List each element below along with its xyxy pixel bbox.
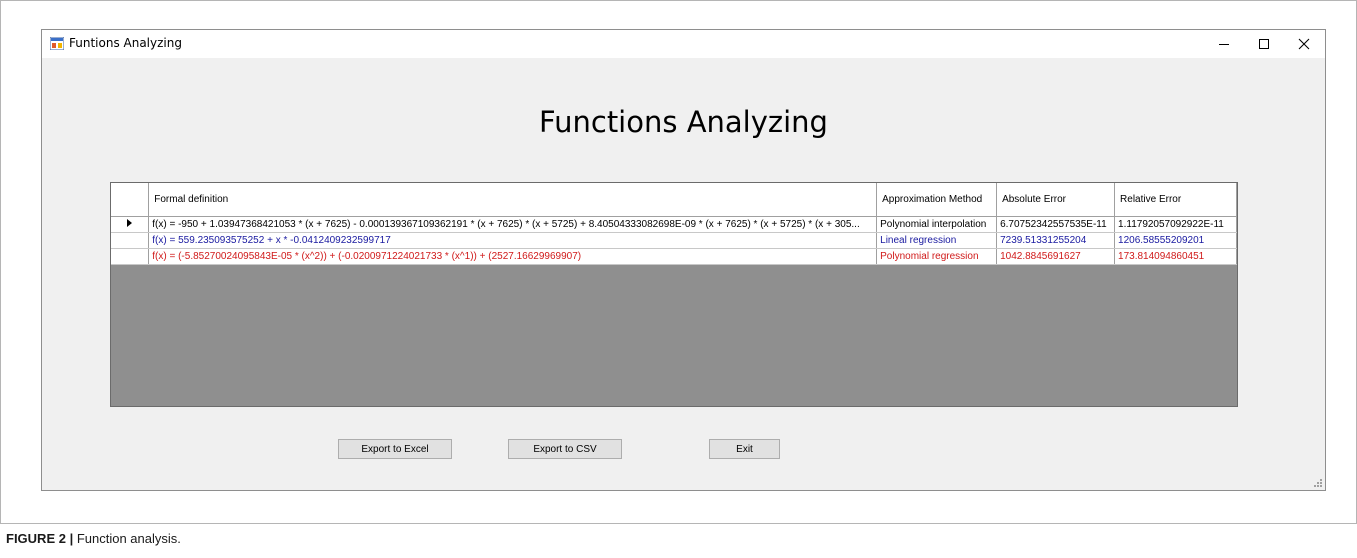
cell-method[interactable]: Polynomial interpolation [876, 216, 998, 233]
maximize-button[interactable] [1244, 30, 1284, 58]
exit-button[interactable]: Exit [709, 439, 780, 459]
row-selector[interactable] [111, 216, 150, 233]
column-header-approximation-method[interactable]: Approximation Method [876, 183, 998, 217]
maximize-icon [1259, 39, 1269, 49]
table-row[interactable]: f(x) = 559.235093575252 + x * -0.0412409… [111, 232, 1237, 249]
column-header-formal-definition[interactable]: Formal definition [148, 183, 878, 217]
column-header-relative-error[interactable]: Relative Error [1114, 183, 1237, 217]
cell-absolute-error[interactable]: 7239.51331255204 [996, 232, 1116, 249]
minimize-button[interactable] [1204, 30, 1244, 58]
row-selector[interactable] [111, 232, 150, 249]
header-row: Formal definition Approximation Method A… [111, 183, 1237, 217]
figure-frame: Funtions Analyzing Functions Analyzing F… [0, 0, 1357, 524]
column-header-absolute-error[interactable]: Absolute Error [996, 183, 1116, 217]
table-row[interactable]: f(x) = (-5.85270024095843E-05 * (x^2)) +… [111, 248, 1237, 265]
row-header-corner [111, 183, 150, 217]
cell-method[interactable]: Polynomial regression [876, 248, 998, 265]
cell-relative-error[interactable]: 1.11792057092922E-11 [1114, 216, 1237, 233]
row-selector-arrow-icon [127, 218, 133, 227]
figure-caption-label: FIGURE 2 | [6, 531, 74, 546]
window-title: Funtions Analyzing [69, 36, 182, 50]
close-icon [1298, 38, 1310, 50]
app-icon [50, 37, 64, 50]
app-window: Funtions Analyzing Functions Analyzing F… [41, 29, 1326, 491]
export-to-excel-button[interactable]: Export to Excel [338, 439, 452, 459]
cell-formal-definition[interactable]: f(x) = 559.235093575252 + x * -0.0412409… [148, 232, 878, 249]
page-heading: Functions Analyzing [539, 105, 828, 139]
title-bar[interactable]: Funtions Analyzing [42, 30, 1325, 58]
close-button[interactable] [1284, 30, 1324, 58]
figure-caption-text: Function analysis. [73, 531, 181, 546]
export-to-csv-button[interactable]: Export to CSV [508, 439, 622, 459]
cell-method[interactable]: Lineal regression [876, 232, 998, 249]
cell-formal-definition[interactable]: f(x) = -950 + 1.03947368421053 * (x + 76… [148, 216, 878, 233]
cell-relative-error[interactable]: 1206.58555209201 [1114, 232, 1237, 249]
resize-grip-icon[interactable] [1313, 478, 1323, 488]
figure-caption: FIGURE 2 | Function analysis. [6, 531, 181, 546]
cell-formal-definition[interactable]: f(x) = (-5.85270024095843E-05 * (x^2)) +… [148, 248, 878, 265]
minimize-icon [1219, 44, 1229, 45]
cell-absolute-error[interactable]: 1042.8845691627 [996, 248, 1116, 265]
row-selector[interactable] [111, 248, 150, 265]
table-row[interactable]: f(x) = -950 + 1.03947368421053 * (x + 76… [111, 216, 1237, 233]
cell-relative-error[interactable]: 173.814094860451 [1114, 248, 1237, 265]
cell-absolute-error[interactable]: 6.70752342557535E-11 [996, 216, 1116, 233]
results-grid[interactable]: Formal definition Approximation Method A… [110, 182, 1238, 407]
results-table: Formal definition Approximation Method A… [111, 183, 1237, 265]
